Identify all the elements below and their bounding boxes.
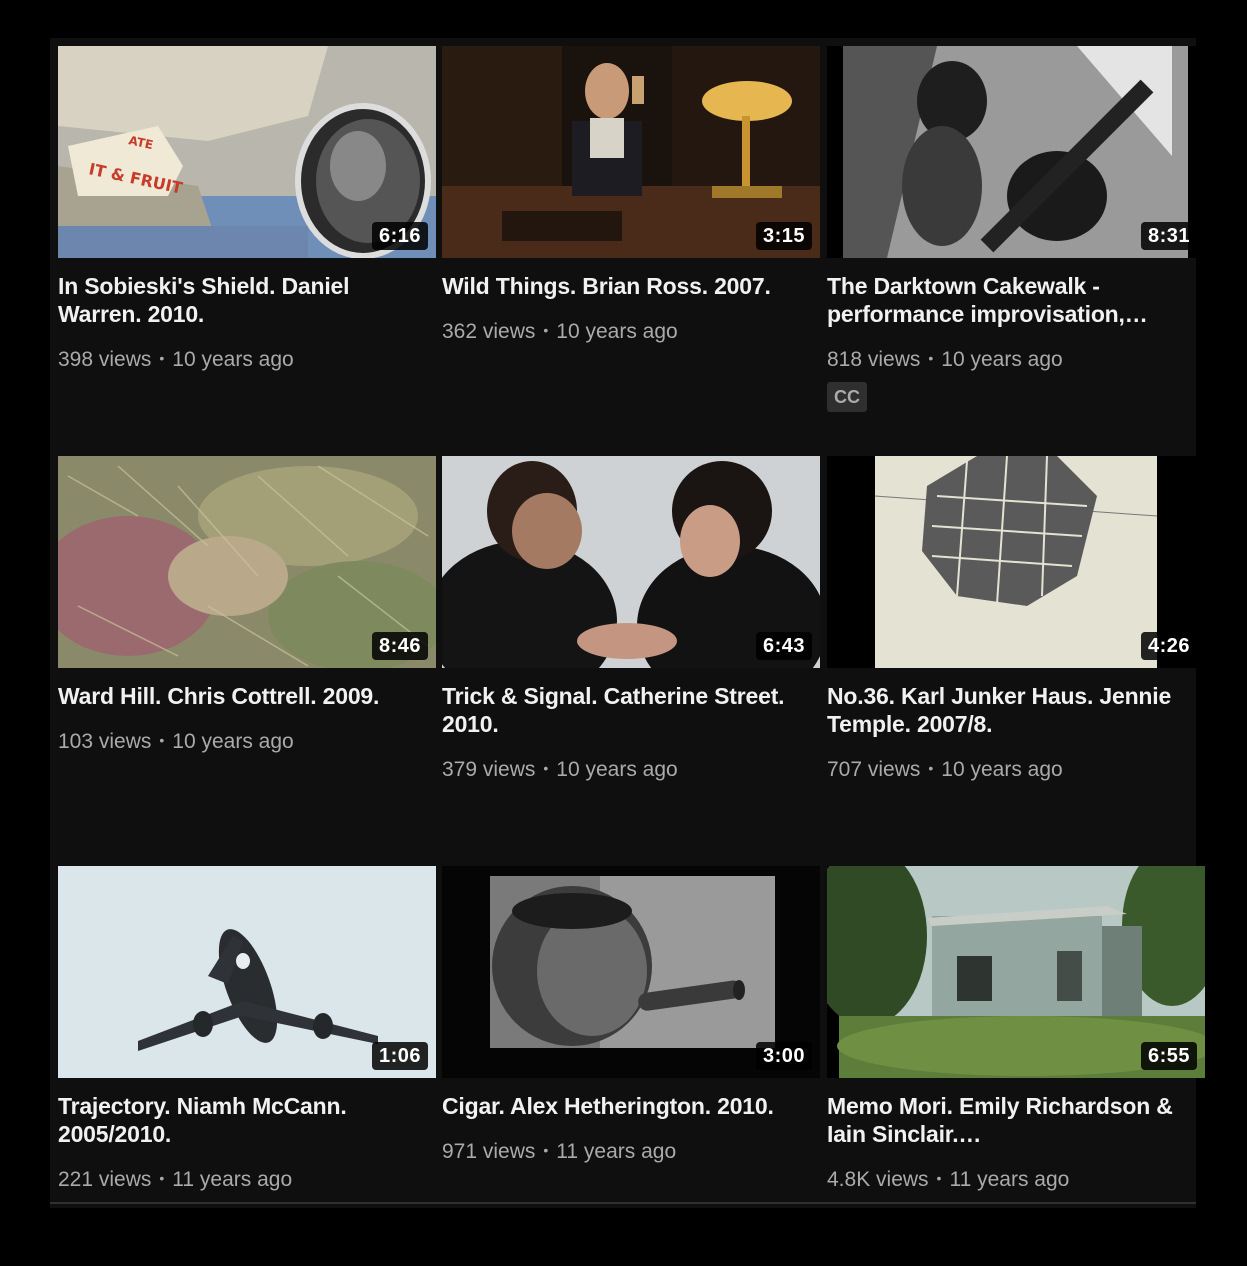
duration-badge: 8:31 — [1140, 222, 1197, 250]
view-count: 971 views — [442, 1140, 536, 1163]
video-card[interactable]: IT & FRUIT ATE 6:16 In Sobieski's Shield… — [58, 46, 436, 446]
video-thumbnail[interactable]: 8:46 — [58, 456, 436, 668]
video-metadata: 4.8K views • 11 years ago — [827, 1164, 1205, 1194]
video-thumbnail[interactable]: 1:06 — [58, 866, 436, 1078]
duration-badge: 8:46 — [371, 632, 428, 660]
video-card[interactable]: 6:43 Trick & Signal. Catherine Street. 2… — [442, 456, 820, 856]
upload-age: 11 years ago — [949, 1168, 1070, 1191]
separator-dot: • — [543, 322, 549, 338]
view-count: 707 views — [827, 758, 921, 781]
view-count: 103 views — [58, 730, 152, 753]
video-metadata: 362 views • 10 years ago — [442, 316, 820, 346]
video-thumbnail[interactable]: 6:55 — [827, 866, 1205, 1078]
duration-badge: 4:26 — [1140, 632, 1197, 660]
bottom-divider — [50, 1202, 1196, 1204]
separator-dot: • — [543, 760, 549, 776]
video-title[interactable]: Memo Mori. Emily Richardson & Iain Sincl… — [827, 1092, 1205, 1148]
cc-badge: CC — [827, 382, 867, 412]
video-title[interactable]: Cigar. Alex Hetherington. 2010. — [442, 1092, 820, 1120]
video-metadata: 103 views • 10 years ago — [58, 726, 436, 756]
duration-badge: 6:55 — [1140, 1042, 1197, 1070]
separator-dot: • — [928, 350, 934, 366]
separator-dot: • — [543, 1142, 549, 1158]
video-card[interactable]: 8:31 The Darktown Cakewalk - performance… — [827, 46, 1205, 446]
video-thumbnail[interactable]: 8:31 — [827, 46, 1205, 258]
view-count: 221 views — [58, 1168, 152, 1191]
upload-age: 11 years ago — [556, 1140, 677, 1163]
video-metadata: 379 views • 10 years ago — [442, 754, 820, 784]
video-title[interactable]: Trajectory. Niamh McCann. 2005/2010. — [58, 1092, 436, 1148]
video-card[interactable]: 1:06 Trajectory. Niamh McCann. 2005/2010… — [58, 866, 436, 1266]
video-card[interactable]: 6:55 Memo Mori. Emily Richardson & Iain … — [827, 866, 1205, 1266]
view-count: 398 views — [58, 348, 152, 371]
video-title[interactable]: Ward Hill. Chris Cottrell. 2009. — [58, 682, 436, 710]
duration-badge: 3:00 — [755, 1042, 812, 1070]
view-count: 379 views — [442, 758, 536, 781]
video-metadata: 221 views • 11 years ago — [58, 1164, 436, 1194]
upload-age: 10 years ago — [556, 320, 678, 343]
video-title[interactable]: The Darktown Cakewalk - performance impr… — [827, 272, 1205, 328]
upload-age: 10 years ago — [172, 730, 294, 753]
duration-badge: 3:15 — [755, 222, 812, 250]
video-card[interactable]: 8:46 Ward Hill. Chris Cottrell. 2009. 10… — [58, 456, 436, 856]
video-thumbnail[interactable]: 3:15 — [442, 46, 820, 258]
duration-badge: 1:06 — [371, 1042, 428, 1070]
video-title[interactable]: No.36. Karl Junker Haus. Jennie Temple. … — [827, 682, 1205, 738]
separator-dot: • — [159, 1170, 165, 1186]
video-thumbnail[interactable]: 4:26 — [827, 456, 1205, 668]
video-card[interactable]: 4:26 No.36. Karl Junker Haus. Jennie Tem… — [827, 456, 1205, 856]
video-thumbnail[interactable]: 6:43 — [442, 456, 820, 668]
duration-badge: 6:43 — [755, 632, 812, 660]
separator-dot: • — [936, 1170, 942, 1186]
upload-age: 10 years ago — [941, 348, 1063, 371]
video-thumbnail[interactable]: 3:00 — [442, 866, 820, 1078]
video-card[interactable]: 3:15 Wild Things. Brian Ross. 2007. 362 … — [442, 46, 820, 446]
upload-age: 10 years ago — [172, 348, 294, 371]
video-title[interactable]: In Sobieski's Shield. Daniel Warren. 201… — [58, 272, 436, 328]
video-metadata: 398 views • 10 years ago — [58, 344, 436, 374]
separator-dot: • — [159, 732, 165, 748]
video-metadata: 971 views • 11 years ago — [442, 1136, 820, 1166]
video-title[interactable]: Trick & Signal. Catherine Street. 2010. — [442, 682, 820, 738]
video-thumbnail[interactable]: IT & FRUIT ATE 6:16 — [58, 46, 436, 258]
video-title[interactable]: Wild Things. Brian Ross. 2007. — [442, 272, 820, 300]
upload-age: 11 years ago — [172, 1168, 293, 1191]
video-grid: IT & FRUIT ATE 6:16 In Sobieski's Shield… — [50, 38, 1205, 1208]
video-metadata: 707 views • 10 years ago — [827, 754, 1205, 784]
upload-age: 10 years ago — [556, 758, 678, 781]
view-count: 4.8K views — [827, 1168, 929, 1191]
separator-dot: • — [928, 760, 934, 776]
video-metadata: 818 views • 10 years ago — [827, 344, 1205, 374]
separator-dot: • — [159, 350, 165, 366]
view-count: 362 views — [442, 320, 536, 343]
duration-badge: 6:16 — [371, 222, 428, 250]
view-count: 818 views — [827, 348, 921, 371]
video-card[interactable]: 3:00 Cigar. Alex Hetherington. 2010. 971… — [442, 866, 820, 1266]
upload-age: 10 years ago — [941, 758, 1063, 781]
